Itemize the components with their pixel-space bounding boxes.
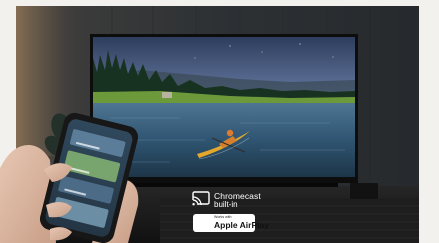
tv-soundbar — [110, 183, 338, 187]
speaker — [350, 183, 378, 199]
airplay-label: Apple AirPlay — [214, 220, 269, 230]
product-scene: Chromecast built-in Works with Apple Air… — [0, 0, 439, 243]
living-room-illustration — [0, 0, 439, 243]
